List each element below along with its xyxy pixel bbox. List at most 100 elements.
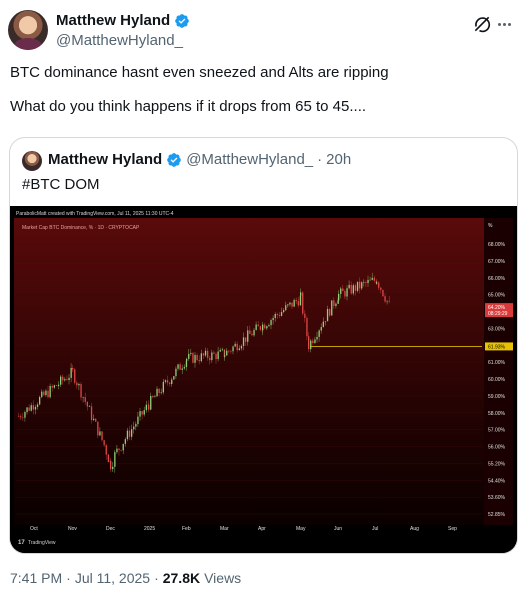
candle xyxy=(257,324,259,327)
verified-badge-icon xyxy=(175,13,190,28)
candle xyxy=(371,277,373,280)
candle xyxy=(369,279,371,281)
candle xyxy=(133,426,135,430)
candle xyxy=(367,279,369,283)
candle xyxy=(289,302,291,305)
candle xyxy=(39,397,41,405)
candle xyxy=(124,439,126,444)
author-name-row: Matthew Hyland xyxy=(56,12,190,29)
quoted-author-avatar[interactable] xyxy=(22,151,42,171)
candle xyxy=(43,391,45,396)
y-tick-label: 56.00% xyxy=(488,445,506,451)
candle xyxy=(103,440,105,446)
candle xyxy=(64,379,66,381)
candle xyxy=(320,327,322,331)
candle xyxy=(194,354,196,363)
candle xyxy=(382,289,384,297)
candle xyxy=(255,324,257,330)
candle xyxy=(49,385,51,398)
quoted-post[interactable]: Matthew Hyland @MatthewHyland_ · 20h #BT… xyxy=(9,137,518,554)
candle xyxy=(120,450,122,451)
candle xyxy=(55,385,58,386)
candle xyxy=(190,352,192,354)
candle xyxy=(169,382,171,385)
x-tick-label: Jun xyxy=(334,526,342,532)
candle xyxy=(215,353,217,360)
candle xyxy=(110,460,112,470)
candle xyxy=(26,407,28,413)
candle xyxy=(41,391,43,398)
candle xyxy=(204,350,207,356)
author-avatar[interactable] xyxy=(8,10,48,50)
x-tick-label: May xyxy=(296,526,306,532)
x-tick-label: Apr xyxy=(258,526,266,532)
candle xyxy=(152,396,154,398)
candle xyxy=(177,364,179,369)
quoted-author-row: Matthew Hyland @MatthewHyland_ · 20h xyxy=(48,151,351,168)
candle xyxy=(329,309,331,316)
candle xyxy=(232,346,234,352)
candle xyxy=(95,418,97,422)
candle xyxy=(158,388,160,394)
quoted-verified-badge-icon xyxy=(167,152,182,167)
candle xyxy=(45,390,47,396)
candle xyxy=(148,405,150,410)
x-tick-label: Jul xyxy=(372,526,378,532)
plot-background xyxy=(14,218,484,525)
candle-countdown: 08:29:29 xyxy=(488,311,508,317)
y-tick-label: 60.00% xyxy=(488,377,506,383)
candle xyxy=(128,430,131,437)
candle xyxy=(141,411,143,415)
quoted-timestamp[interactable]: 20h xyxy=(326,151,351,168)
y-tick-label: 53.60% xyxy=(488,495,506,501)
y-tick-label: 55.20% xyxy=(488,461,506,467)
candle xyxy=(51,385,53,388)
candle xyxy=(356,281,359,291)
views-count[interactable]: 27.8K xyxy=(163,570,200,586)
more-options-icon[interactable] xyxy=(494,14,514,34)
candle xyxy=(278,314,281,316)
candle xyxy=(376,282,378,284)
candle xyxy=(280,312,283,316)
candle xyxy=(202,353,205,356)
candle xyxy=(352,285,354,294)
quoted-author-handle[interactable]: @MatthewHyland_ xyxy=(186,151,313,168)
grok-icon[interactable] xyxy=(472,14,492,34)
candle xyxy=(228,350,230,352)
price-axis-unit: % xyxy=(488,223,493,229)
candle xyxy=(384,296,386,302)
x-tick-label: Nov xyxy=(68,526,77,532)
candle xyxy=(86,401,88,407)
candle xyxy=(350,284,352,294)
candle xyxy=(171,379,173,385)
post-date[interactable]: Jul 11, 2025 xyxy=(75,570,150,586)
author-handle[interactable]: @MatthewHyland_ xyxy=(56,32,183,49)
candle xyxy=(150,396,152,410)
candle xyxy=(154,396,156,398)
y-tick-label: 61.00% xyxy=(488,360,506,366)
candle xyxy=(342,288,344,291)
candle xyxy=(122,443,124,451)
chart-image[interactable]: ParabolicMatt created with TradingView.c… xyxy=(10,206,517,553)
candle xyxy=(105,445,107,455)
candle xyxy=(344,290,346,297)
candle xyxy=(72,367,74,370)
tweet-line-2: What do you think happens if it drops fr… xyxy=(10,98,367,115)
quoted-author-name[interactable]: Matthew Hyland xyxy=(48,151,162,168)
candle xyxy=(335,303,337,306)
support-line-value: 61.93% xyxy=(488,344,506,350)
post-time[interactable]: 7:41 PM xyxy=(10,570,62,586)
candle xyxy=(234,343,236,347)
candle xyxy=(306,318,308,337)
candle xyxy=(259,326,261,330)
candle xyxy=(60,376,62,385)
candle xyxy=(338,293,340,301)
post-header: Matthew Hyland @MatthewHyland_ xyxy=(8,8,514,52)
candle xyxy=(36,404,39,407)
candle xyxy=(82,397,84,398)
tweet-text: BTC dominance hasnt even sneezed and Alt… xyxy=(10,63,510,117)
candle xyxy=(76,382,78,386)
y-tick-label: 65.00% xyxy=(488,293,506,299)
author-name[interactable]: Matthew Hyland xyxy=(56,12,170,29)
candle xyxy=(245,337,247,342)
